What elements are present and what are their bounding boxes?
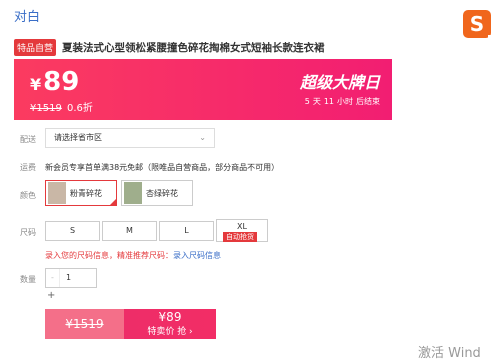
quantity-label: 数量 <box>20 275 36 284</box>
delivery-label: 配送 <box>20 135 36 144</box>
self-operated-badge: 特品自营 <box>14 38 57 56</box>
size-label: 尺码 <box>20 228 36 237</box>
product-title: 夏装法式心型领松紧腰撞色碎花掏棉女式短袖长款连衣裙 <box>62 41 325 54</box>
price-banner: ¥89 ¥1519 0.6折 超级大牌日 5 天 11 小时 后结束 <box>14 59 392 120</box>
promo-title: 超级大牌日 <box>299 73 380 92</box>
price-subline: ¥1519 0.6折 <box>30 99 93 114</box>
color-option-label: 杏绿碎花 <box>146 188 178 198</box>
original-price: ¥1519 <box>30 103 62 114</box>
size-tip-text: 录入您的尺码信息，精准推荐尺码： <box>45 251 173 260</box>
color-thumbnail <box>48 182 66 204</box>
current-price-value: 89 <box>43 67 80 97</box>
size-option-xl[interactable]: XL 自动抢货 <box>216 219 268 242</box>
current-price: ¥89 <box>30 67 79 97</box>
brand-name[interactable]: 对白 <box>14 6 40 25</box>
size-option-l[interactable]: L <box>159 221 214 241</box>
color-label: 颜色 <box>20 191 36 200</box>
countdown-days-unit: 天 <box>312 97 321 106</box>
selected-check-icon <box>109 198 117 206</box>
quantity-plus-button[interactable]: + <box>47 290 55 301</box>
buy-bar: ¥1519 ¥89 特卖价 抢 › <box>45 309 216 339</box>
color-option-green[interactable]: 杏绿碎花 <box>121 180 193 206</box>
quantity-input[interactable]: 1 <box>60 269 96 287</box>
shipping-info: 新会员专享首单满38元免邮（限唯品自营商品，部分商品不可用） <box>45 163 280 172</box>
chevron-down-icon: ⌄ <box>199 133 206 142</box>
countdown-hours: 11 <box>323 97 334 106</box>
color-thumbnail <box>124 182 142 204</box>
region-select-value: 请选择省市区 <box>54 133 102 142</box>
countdown-hours-unit: 小时 <box>337 97 353 106</box>
activation-watermark: 激活 Wind <box>418 346 481 361</box>
special-price-label: 特卖价 抢 › <box>147 327 193 337</box>
countdown-days: 5 <box>304 97 310 106</box>
original-price-button[interactable]: ¥1519 <box>45 309 124 339</box>
sohu-logo-icon: S <box>463 10 494 41</box>
special-price-value: ¥89 <box>158 310 182 324</box>
size-option-m[interactable]: M <box>102 221 157 241</box>
size-option-xl-label: XL <box>237 222 247 231</box>
size-option-s[interactable]: S <box>45 221 100 241</box>
promo-countdown: 5 天 11 小时 后结束 <box>302 96 380 107</box>
discount-rate: 0.6折 <box>67 103 93 114</box>
region-select[interactable]: 请选择省市区 ⌄ <box>45 128 215 148</box>
size-tip-link[interactable]: 录入尺码信息 <box>173 251 221 260</box>
color-option-label: 粉青碎花 <box>70 188 102 198</box>
countdown-suffix: 后结束 <box>356 97 380 106</box>
size-tip: 录入您的尺码信息，精准推荐尺码：录入尺码信息 <box>45 250 221 261</box>
color-option-pink[interactable]: 粉青碎花 <box>45 180 117 206</box>
currency-symbol: ¥ <box>30 75 42 94</box>
shipping-label: 运费 <box>20 163 36 172</box>
special-price-button[interactable]: ¥89 特卖价 抢 › <box>124 309 216 339</box>
quantity-minus-button[interactable]: - <box>46 269 60 287</box>
quantity-stepper: - 1 <box>45 268 97 288</box>
product-title-row: 特品自营 夏装法式心型领松紧腰撞色碎花掏棉女式短袖长款连衣裙 <box>14 38 484 56</box>
size-xl-tag: 自动抢货 <box>223 232 257 242</box>
